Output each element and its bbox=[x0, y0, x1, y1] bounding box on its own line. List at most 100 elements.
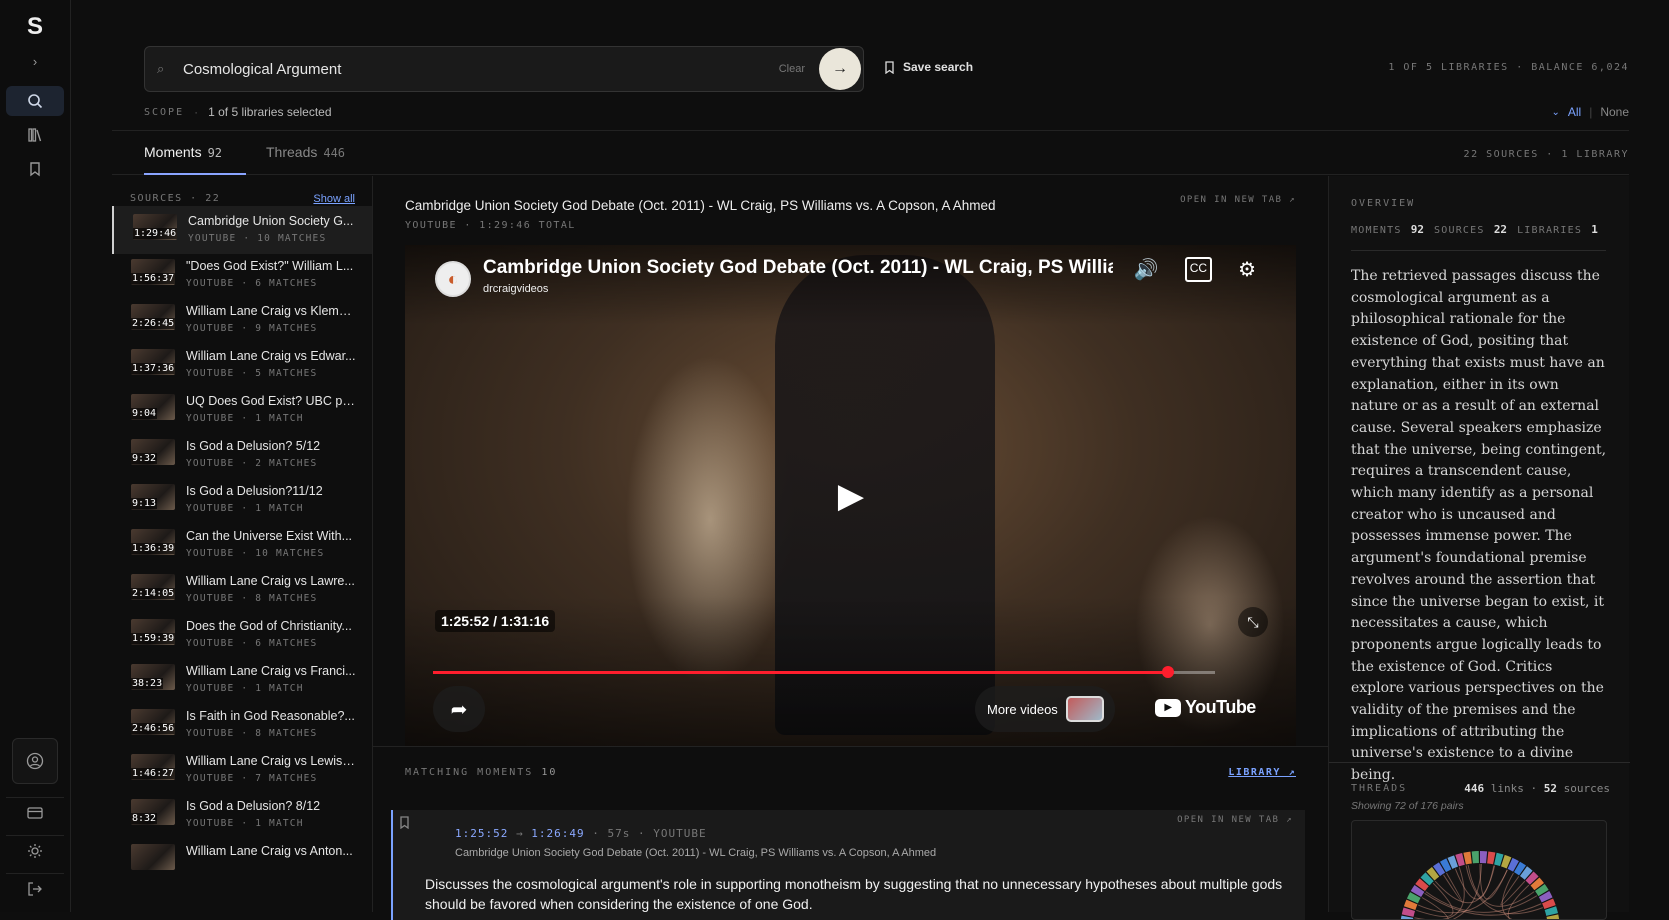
sources-panel: SOURCES · 22 Show all 1:29:46Cambridge U… bbox=[112, 176, 373, 912]
source-meta: YOUTUBE · 1 MATCH bbox=[186, 818, 304, 829]
source-meta: YOUTUBE · 8 MATCHES bbox=[186, 728, 317, 739]
source-item[interactable]: 9:04UQ Does God Exist? UBC pt6.YOUTUBE ·… bbox=[112, 386, 373, 434]
separator-dot: · bbox=[592, 827, 607, 840]
volume-icon[interactable]: 🔊 bbox=[1134, 257, 1159, 282]
source-title: William Lane Craig vs Lawre... bbox=[186, 574, 356, 588]
source-title: Is God a Delusion? 8/12 bbox=[186, 799, 356, 813]
save-search-label: Save search bbox=[903, 60, 973, 74]
source-item[interactable]: 1:36:39Can the Universe Exist With...YOU… bbox=[112, 521, 373, 569]
chevron-right-icon: › bbox=[33, 54, 37, 69]
source-item[interactable]: 9:32Is God a Delusion? 5/12YOUTUBE · 2 M… bbox=[112, 431, 373, 479]
sources-library-meta: 22 SOURCES · 1 LIBRARY bbox=[1464, 149, 1629, 160]
source-duration: 1:56:37 bbox=[131, 273, 175, 284]
source-item[interactable]: William Lane Craig vs Anton... bbox=[112, 836, 373, 884]
source-item[interactable]: 1:56:37"Does God Exist?" William L...YOU… bbox=[112, 251, 373, 299]
youtube-play-icon: ▶ bbox=[1155, 699, 1181, 717]
source-item[interactable]: 8:32Is God a Delusion? 8/12YOUTUBE · 1 M… bbox=[112, 791, 373, 839]
matching-moments-count: 10 bbox=[541, 767, 557, 778]
rail-logout-button[interactable] bbox=[6, 873, 64, 903]
source-duration: 1:46:27 bbox=[131, 768, 175, 779]
source-meta: YOUTUBE · 5 MATCHES bbox=[186, 368, 317, 379]
bookmark-icon[interactable] bbox=[399, 816, 410, 832]
matching-moments-title: MATCHING MOMENTS bbox=[405, 767, 533, 778]
source-item[interactable]: 2:26:45William Lane Craig vs Kleme...YOU… bbox=[112, 296, 373, 344]
source-item[interactable]: 1:29:46Cambridge Union Society G...YOUTU… bbox=[112, 206, 373, 254]
settings-gear-icon[interactable]: ⚙ bbox=[1238, 257, 1256, 282]
moment-open-new-tab-link[interactable]: OPEN IN NEW TAB ↗ bbox=[1177, 815, 1293, 825]
search-submit-button[interactable]: → bbox=[819, 48, 861, 90]
app-logo[interactable]: S bbox=[22, 14, 48, 40]
source-duration: 1:37:36 bbox=[131, 363, 175, 374]
player-progress-bar[interactable] bbox=[433, 671, 1215, 674]
stat-sources: SOURCES 22 bbox=[1434, 223, 1507, 236]
threads-chord-diagram[interactable] bbox=[1351, 820, 1607, 920]
search-input[interactable]: Cosmological Argument bbox=[183, 61, 779, 78]
share-button[interactable]: ➦ bbox=[433, 686, 485, 732]
clear-button[interactable]: Clear bbox=[779, 63, 805, 75]
tab-threads-label: Threads bbox=[266, 144, 317, 160]
stat-label: LIBRARIES bbox=[1517, 225, 1582, 236]
source-duration: 9:04 bbox=[131, 408, 157, 419]
library-link[interactable]: LIBRARY ↗ bbox=[1228, 767, 1296, 778]
threads-sources-label: sources bbox=[1564, 782, 1610, 795]
overview-summary: The retrieved passages discuss the cosmo… bbox=[1351, 266, 1609, 787]
rail-search-button[interactable] bbox=[6, 86, 64, 116]
stat-libraries: LIBRARIES 1 bbox=[1517, 223, 1598, 236]
source-title: Cambridge Union Society G... bbox=[188, 214, 358, 228]
source-item[interactable]: 1:37:36William Lane Craig vs Edwar...YOU… bbox=[112, 341, 373, 389]
channel-avatar[interactable]: ◐ bbox=[435, 261, 471, 297]
captions-icon[interactable]: CC bbox=[1185, 257, 1212, 282]
search-box[interactable]: ⌕ Cosmological Argument Clear → bbox=[144, 46, 864, 92]
source-title: UQ Does God Exist? UBC pt6. bbox=[186, 394, 356, 408]
video-player[interactable]: ◐ Cambridge Union Society God Debate (Oc… bbox=[405, 245, 1296, 746]
scope-value[interactable]: 1 of 5 libraries selected bbox=[208, 105, 331, 119]
rail-toggle-button[interactable]: › bbox=[6, 46, 64, 76]
source-item[interactable]: 2:46:56Is Faith in God Reasonable?...YOU… bbox=[112, 701, 373, 749]
youtube-logo[interactable]: ▶ YouTube bbox=[1155, 697, 1256, 718]
moment-timestamp[interactable]: 1:25:52 → 1:26:49 · 57s · YOUTUBE bbox=[455, 827, 707, 840]
tab-moments-label: Moments bbox=[144, 144, 202, 160]
open-in-new-tab-link[interactable]: OPEN IN NEW TAB ↗ bbox=[1180, 195, 1296, 205]
tab-moments[interactable]: Moments92 bbox=[144, 144, 222, 160]
rail-billing-button[interactable] bbox=[6, 797, 64, 827]
moment-card[interactable]: 1:25:52 → 1:26:49 · 57s · YOUTUBE OPEN I… bbox=[391, 810, 1305, 920]
rail-account-button[interactable] bbox=[12, 738, 58, 784]
source-meta: YOUTUBE · 7 MATCHES bbox=[186, 773, 317, 784]
sun-icon bbox=[27, 843, 43, 859]
source-duration: 2:14:05 bbox=[131, 588, 175, 599]
source-item[interactable]: 38:23William Lane Craig vs Franci...YOUT… bbox=[112, 656, 373, 704]
source-item[interactable]: 1:59:39Does the God of Christianity...YO… bbox=[112, 611, 373, 659]
chord-link bbox=[1455, 865, 1494, 899]
overview-stats: MOMENTS 92 SOURCES 22 LIBRARIES 1 bbox=[1351, 223, 1606, 251]
more-videos-button[interactable]: More videos bbox=[975, 686, 1115, 732]
rail-theme-button[interactable] bbox=[6, 835, 64, 865]
source-title: Is Faith in God Reasonable?... bbox=[186, 709, 356, 723]
source-title: William Lane Craig vs Franci... bbox=[186, 664, 356, 678]
arrow: → bbox=[516, 827, 531, 840]
source-item[interactable]: 2:14:05William Lane Craig vs Lawre...YOU… bbox=[112, 566, 373, 614]
chord-segment bbox=[1472, 851, 1479, 863]
moment-start: 1:25:52 bbox=[455, 827, 508, 840]
source-title: "Does God Exist?" William L... bbox=[186, 259, 356, 273]
player-video-title[interactable]: Cambridge Union Society God Debate (Oct.… bbox=[483, 257, 1113, 279]
source-meta: YOUTUBE · 1 MATCH bbox=[186, 683, 304, 694]
save-search-button[interactable]: Save search bbox=[884, 60, 973, 74]
progress-knob[interactable] bbox=[1162, 666, 1174, 678]
fullscreen-button[interactable]: ⤡ bbox=[1238, 607, 1268, 637]
play-button[interactable]: ▶ bbox=[825, 470, 877, 522]
source-meta: YOUTUBE · 2 MATCHES bbox=[186, 458, 317, 469]
rail-bookmarks-button[interactable] bbox=[6, 154, 64, 184]
source-title: Is God a Delusion? 5/12 bbox=[186, 439, 356, 453]
rail-library-button[interactable] bbox=[6, 120, 64, 150]
progress-fill bbox=[433, 671, 1168, 674]
source-item[interactable]: 1:46:27William Lane Craig vs Lewis ...YO… bbox=[112, 746, 373, 794]
show-all-link[interactable]: Show all bbox=[313, 193, 355, 205]
bookmark-icon bbox=[884, 61, 895, 74]
source-item[interactable]: 9:13Is God a Delusion?11/12YOUTUBE · 1 M… bbox=[112, 476, 373, 524]
tab-threads[interactable]: Threads 446 bbox=[266, 144, 345, 160]
select-none-button[interactable]: None bbox=[1600, 105, 1629, 119]
tab-threads-count: 446 bbox=[323, 146, 345, 160]
select-all-button[interactable]: All bbox=[1568, 105, 1581, 119]
player-channel-name[interactable]: drcraigvideos bbox=[483, 283, 548, 295]
matching-moments-label: MATCHING MOMENTS 10 bbox=[405, 767, 557, 778]
